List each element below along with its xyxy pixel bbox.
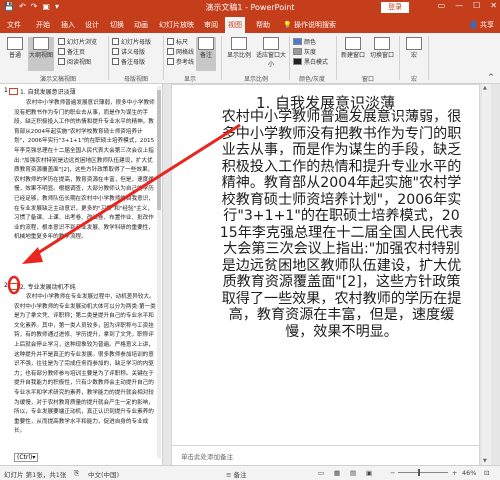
annotation-overlay bbox=[7, 123, 241, 295]
annotation-arrow-line bbox=[29, 123, 241, 260]
annotation-circle bbox=[7, 275, 21, 295]
annotation-arrow-head bbox=[22, 247, 43, 264]
